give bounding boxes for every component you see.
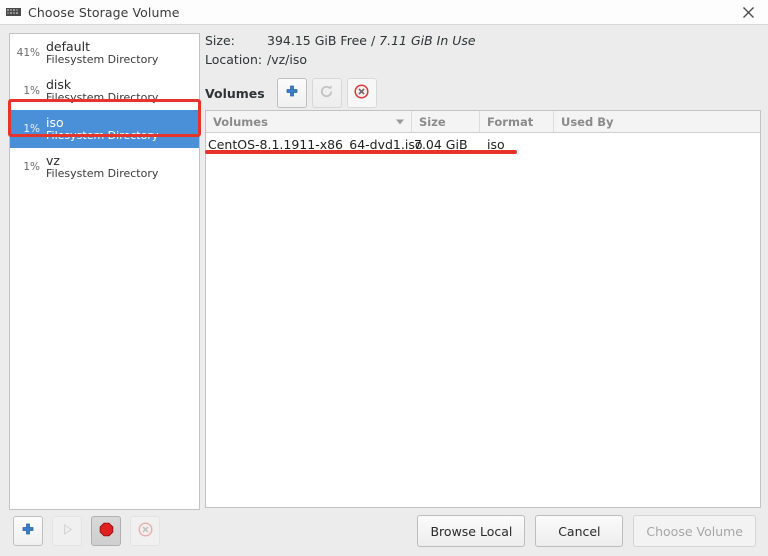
- cell-volume-name: CentOS-8.1.1911-x86_64-dvd1.iso: [208, 136, 423, 152]
- close-icon[interactable]: [728, 0, 768, 24]
- title-bar: Choose Storage Volume: [0, 0, 768, 25]
- storage-pool-list[interactable]: 41% default Filesystem Directory 1% disk…: [9, 33, 200, 510]
- size-in-use: 7.11 GiB In Use: [379, 33, 476, 48]
- pool-type: Filesystem Directory: [46, 128, 159, 142]
- column-header-format[interactable]: Format: [480, 111, 554, 132]
- pool-usage-percent: 1%: [23, 85, 40, 97]
- cell-volume-format: iso: [487, 136, 505, 152]
- pool-name: default: [46, 38, 90, 54]
- volumes-title: Volumes: [205, 85, 265, 101]
- delete-circle-icon: [137, 522, 153, 540]
- storage-pool-item-iso[interactable]: 1% iso Filesystem Directory: [10, 110, 199, 148]
- column-header-volumes[interactable]: Volumes: [206, 111, 412, 132]
- pool-name: disk: [46, 76, 72, 92]
- location-label: Location:: [205, 52, 263, 67]
- dialog-actions: Browse Local Cancel Choose Volume: [417, 515, 756, 547]
- volumes-table-header: Volumes Size Format Used By: [206, 111, 760, 133]
- chevron-down-icon: [396, 119, 404, 124]
- pool-usage-percent: 1%: [23, 123, 40, 135]
- delete-pool-button: [130, 516, 160, 546]
- pool-usage-percent: 1%: [23, 161, 40, 173]
- pool-location-line: Location: /vz/iso: [205, 52, 761, 71]
- column-label: Size: [419, 114, 446, 129]
- pool-type: Filesystem Directory: [46, 52, 159, 66]
- add-pool-button[interactable]: [13, 516, 43, 546]
- volumes-header: Volumes: [205, 78, 761, 108]
- table-row[interactable]: CentOS-8.1.1911-x86_64-dvd1.iso 7.04 GiB…: [206, 133, 760, 155]
- window-title: Choose Storage Volume: [28, 4, 180, 20]
- refresh-volume-button: [311, 78, 342, 108]
- delete-volume-button[interactable]: [346, 78, 377, 108]
- stop-pool-button[interactable]: [91, 516, 121, 546]
- storage-pool-item-disk[interactable]: 1% disk Filesystem Directory: [10, 72, 199, 110]
- pool-type: Filesystem Directory: [46, 166, 159, 180]
- pool-type: Filesystem Directory: [46, 90, 159, 104]
- volumes-table[interactable]: Volumes Size Format Used By CentOS-8.1.1…: [205, 110, 761, 508]
- storage-pool-item-default[interactable]: 41% default Filesystem Directory: [10, 34, 199, 72]
- storage-pool-item-vz[interactable]: 1% vz Filesystem Directory: [10, 148, 199, 186]
- pool-details: Size: 394.15 GiB Free / 7.11 GiB In Use …: [205, 33, 761, 71]
- app-icon: [6, 5, 22, 19]
- pool-name: iso: [46, 114, 64, 130]
- choose-storage-volume-dialog: Choose Storage Volume 41% default Filesy…: [0, 0, 768, 556]
- delete-circle-icon: [354, 84, 369, 102]
- play-icon: [61, 523, 74, 539]
- size-free: 394.15 GiB Free: [267, 33, 367, 48]
- column-label: Volumes: [213, 114, 268, 129]
- location-value: /vz/iso: [267, 52, 308, 67]
- add-volume-button[interactable]: [276, 78, 307, 108]
- pool-toolbar: [13, 516, 160, 546]
- size-separator: /: [370, 33, 376, 48]
- column-header-size[interactable]: Size: [412, 111, 480, 132]
- choose-volume-button: Choose Volume: [633, 515, 756, 547]
- pool-size-line: Size: 394.15 GiB Free / 7.11 GiB In Use: [205, 33, 761, 52]
- plus-icon: [21, 523, 35, 540]
- refresh-icon: [319, 84, 334, 102]
- column-label: Format: [487, 114, 534, 129]
- browse-local-button[interactable]: Browse Local: [417, 515, 526, 547]
- cancel-button[interactable]: Cancel: [535, 515, 624, 547]
- stop-icon: [99, 522, 114, 540]
- pool-name: vz: [46, 152, 60, 168]
- start-pool-button: [52, 516, 82, 546]
- column-label: Used By: [561, 114, 614, 129]
- pool-usage-percent: 41%: [16, 47, 40, 59]
- size-label: Size:: [205, 33, 235, 48]
- column-header-used-by[interactable]: Used By: [554, 111, 760, 132]
- cell-volume-size: 7.04 GiB: [414, 136, 468, 152]
- size-value: 394.15 GiB Free / 7.11 GiB In Use: [267, 33, 476, 48]
- volumes-toolbar: [276, 78, 377, 108]
- plus-icon: [285, 85, 299, 102]
